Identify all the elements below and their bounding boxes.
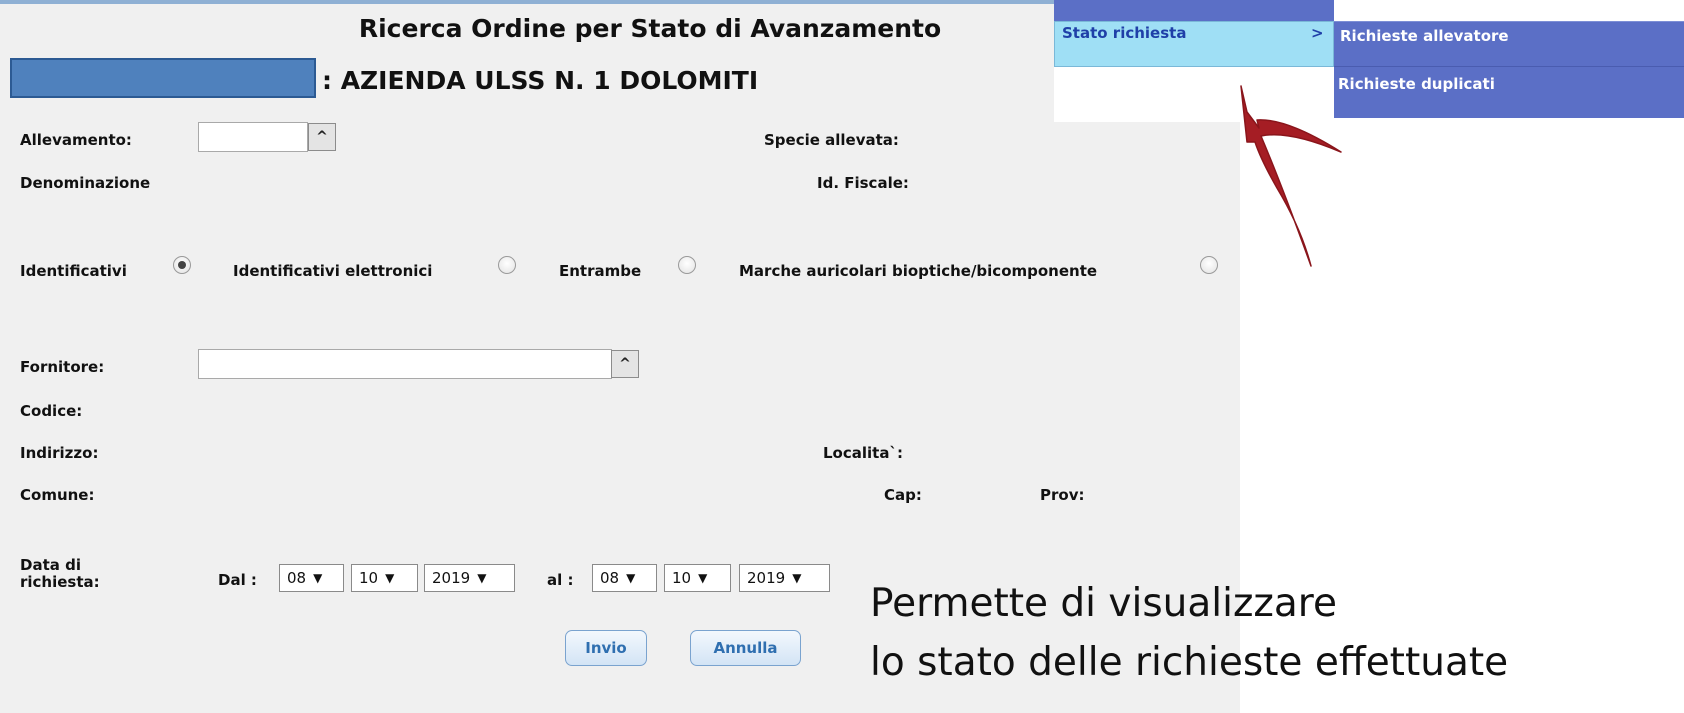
redacted-field: [10, 58, 316, 98]
radio-label-identificativi: Identificativi: [20, 262, 127, 280]
localita-label: Localita`:: [823, 444, 903, 462]
fornitore-lookup-button[interactable]: ^: [611, 350, 639, 378]
caret-up-icon: ^: [619, 356, 631, 372]
allevamento-input[interactable]: [198, 122, 308, 152]
dal-year-value: 2019: [432, 569, 471, 587]
data-richiesta-label: Data di richiesta:: [20, 557, 100, 591]
submenu-arrow-icon: >: [1311, 24, 1324, 42]
dal-month-value: 10: [359, 569, 379, 587]
data-richiesta-label-line1: Data di: [20, 556, 81, 574]
fornitore-label: Fornitore:: [20, 358, 105, 376]
radio-marche-auricolari[interactable]: [1200, 256, 1218, 274]
radio-identificativi[interactable]: [173, 256, 191, 274]
radio-identificativi-elettronici[interactable]: [498, 256, 516, 274]
chevron-down-icon: ▼: [385, 571, 395, 585]
comune-label: Comune:: [20, 486, 95, 504]
cap-label: Cap:: [884, 486, 922, 504]
specie-label: Specie allevata:: [764, 131, 899, 149]
invio-button[interactable]: Invio: [565, 630, 647, 666]
radio-label-entrambe: Entrambe: [559, 262, 642, 280]
allevamento-lookup-button[interactable]: ^: [308, 123, 336, 151]
data-richiesta-label-line2: richiesta:: [20, 573, 100, 591]
dal-month-select[interactable]: 10 ▼: [351, 564, 418, 592]
al-day-select[interactable]: 08 ▼: [592, 564, 657, 592]
annotation-caption-line1: Permette di visualizzare: [870, 581, 1337, 626]
submenu-label-duplicati: Richieste duplicati: [1338, 75, 1495, 93]
radio-label-elettronici: Identificativi elettronici: [233, 262, 433, 280]
al-day-value: 08: [600, 569, 620, 587]
caret-up-icon: ^: [316, 129, 328, 145]
dal-year-select[interactable]: 2019 ▼: [424, 564, 515, 592]
denominazione-label: Denominazione: [20, 174, 151, 192]
chevron-down-icon: ▼: [477, 571, 487, 585]
prov-label: Prov:: [1040, 486, 1085, 504]
menu-header-bar: [1054, 0, 1334, 21]
al-year-value: 2019: [747, 569, 786, 587]
annulla-button[interactable]: Annulla: [690, 630, 801, 666]
codice-label: Codice:: [20, 402, 83, 420]
chevron-down-icon: ▼: [626, 571, 636, 585]
al-label: al :: [547, 571, 574, 589]
menu-item-label: Stato richiesta: [1062, 24, 1187, 42]
allevamento-label: Allevamento:: [20, 131, 132, 149]
fornitore-input[interactable]: [198, 349, 612, 379]
dal-label: Dal :: [218, 571, 257, 589]
radio-entrambe[interactable]: [678, 256, 696, 274]
indirizzo-label: Indirizzo:: [20, 444, 99, 462]
al-year-select[interactable]: 2019 ▼: [739, 564, 830, 592]
dal-day-select[interactable]: 08 ▼: [279, 564, 344, 592]
annotation-arrow-icon: [1240, 85, 1342, 267]
chevron-down-icon: ▼: [792, 571, 802, 585]
chevron-down-icon: ▼: [698, 571, 708, 585]
annotation-caption-line2: lo stato delle richieste effettuate: [870, 640, 1509, 685]
azienda-name: : AZIENDA ULSS N. 1 DOLOMITI: [322, 66, 759, 95]
submenu-label-allevatore: Richieste allevatore: [1340, 27, 1509, 45]
al-month-value: 10: [672, 569, 692, 587]
chevron-down-icon: ▼: [313, 571, 323, 585]
dal-day-value: 08: [287, 569, 307, 587]
al-month-select[interactable]: 10 ▼: [664, 564, 731, 592]
id-fiscale-label: Id. Fiscale:: [817, 174, 909, 192]
radio-label-marche: Marche auricolari bioptiche/bicomponente: [739, 262, 1098, 280]
